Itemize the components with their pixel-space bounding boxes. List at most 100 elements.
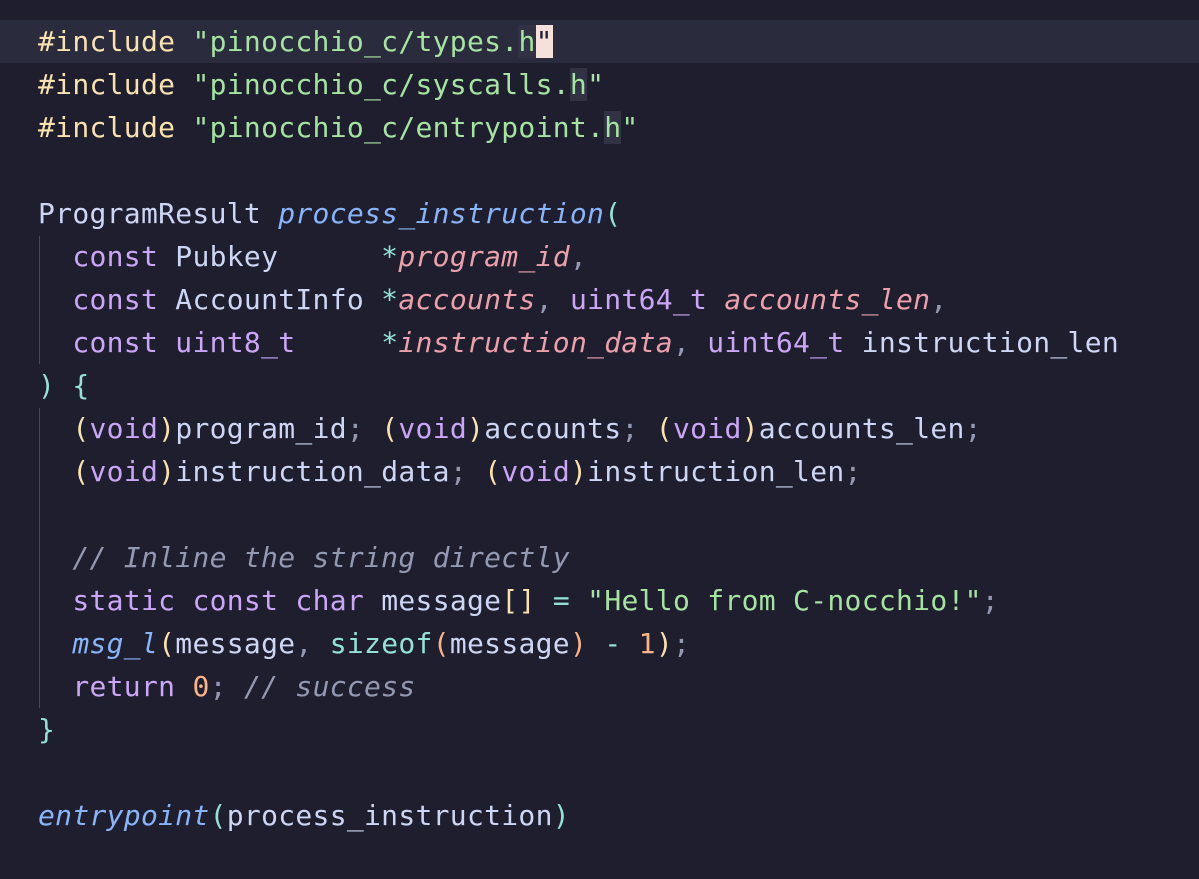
code-token: ( (484, 455, 502, 488)
code-token: ) (38, 369, 56, 402)
code-token: ( (72, 455, 90, 488)
code-token: h (518, 25, 536, 58)
code-line-10[interactable]: (void)program_id; (void)accounts; (void)… (38, 407, 982, 450)
code-token: ( (158, 627, 176, 660)
code-token: , (295, 627, 330, 660)
code-line-1[interactable]: #include "pinocchio_c/types.h" (38, 20, 553, 63)
code-token: return (72, 670, 176, 703)
code-token: entrypoint (38, 799, 210, 832)
code-token: sizeof (329, 627, 433, 660)
code-token: #include (38, 25, 176, 58)
code-token: , (535, 283, 570, 316)
code-token: "pinocchio_c/entrypoint. (192, 111, 605, 144)
code-token: process_instruction (226, 799, 553, 832)
code-token: "Hello from C-nocchio!" (587, 584, 982, 617)
code-token: * (381, 240, 399, 273)
code-token: void (501, 455, 570, 488)
code-token: " (621, 111, 639, 144)
code-token: ( (604, 197, 622, 230)
code-token: ; (673, 627, 691, 660)
code-token: ( (209, 799, 227, 832)
code-token: uint8_t (175, 326, 296, 359)
code-token: AccountInfo (158, 283, 382, 316)
code-token: void (89, 455, 159, 488)
code-line-3[interactable]: #include "pinocchio_c/entrypoint.h" (38, 106, 639, 149)
code-token: char (295, 584, 365, 617)
code-token: instruction_data (175, 455, 450, 488)
code-token: "pinocchio_c/types. (192, 25, 519, 58)
code-editor[interactable]: #include "pinocchio_c/types.h" #include "… (0, 0, 1199, 879)
code-token: // Inline the string directly (72, 541, 570, 574)
code-token: , (930, 283, 948, 316)
code-token: { (72, 369, 90, 402)
code-line-17[interactable]: } (38, 708, 55, 751)
code-token: ; (449, 455, 485, 488)
code-token: * (381, 326, 399, 359)
code-token: ( (72, 412, 90, 445)
code-token: ; (209, 670, 244, 703)
text-cursor: " (535, 25, 553, 58)
code-line-15[interactable]: msg_l(message, sizeof(message) - 1); (38, 622, 690, 665)
code-token: uint64_t (569, 283, 708, 316)
code-token: accounts_len (758, 412, 965, 445)
code-token: Pubkey (158, 240, 382, 273)
code-line-14[interactable]: static const char message[] = "Hello fro… (38, 579, 999, 622)
code-token: ProgramResult (38, 197, 279, 230)
code-token: program_id (175, 412, 347, 445)
code-token: #include (38, 111, 176, 144)
code-token: " (587, 68, 605, 101)
code-line-5[interactable]: ProgramResult process_instruction( (38, 192, 621, 235)
code-line-9[interactable]: ) { (38, 364, 90, 407)
code-token: ) (569, 455, 588, 488)
code-token: void (398, 412, 468, 445)
code-token: * (381, 283, 399, 316)
code-line-6[interactable]: const Pubkey *program_id, (38, 235, 587, 278)
code-token: ) (741, 412, 759, 445)
code-line-7[interactable]: const AccountInfo *accounts, uint64_t ac… (38, 278, 947, 321)
code-token: instruction_data (398, 326, 673, 359)
code-line-13[interactable]: // Inline the string directly (38, 536, 570, 579)
code-line-16[interactable]: return 0; // success (38, 665, 416, 708)
code-token: ; (964, 412, 982, 445)
code-token: ( (655, 412, 673, 445)
code-token: ; (621, 412, 656, 445)
code-line-11[interactable]: (void)instruction_data; (void)instructio… (38, 450, 862, 493)
code-token: message (449, 627, 570, 660)
code-token: const (72, 326, 159, 359)
code-token: process_instruction (278, 197, 605, 230)
code-line-2[interactable]: #include "pinocchio_c/syscalls.h" (38, 63, 604, 106)
code-token: h (604, 111, 622, 144)
code-token: ) (158, 455, 176, 488)
code-token: ) (552, 799, 570, 832)
code-token: ( (381, 412, 399, 445)
code-line-19[interactable]: entrypoint(process_instruction) (38, 794, 570, 837)
code-token: void (89, 412, 159, 445)
code-token: program_id (398, 240, 570, 273)
code-token: ) (569, 627, 588, 660)
code-token: ; (844, 455, 862, 488)
code-token: void (672, 412, 742, 445)
code-line-8[interactable]: const uint8_t *instruction_data, uint64_… (38, 321, 1119, 364)
code-token: ) (655, 627, 673, 660)
code-token: = (552, 584, 570, 617)
code-token: ) (158, 412, 176, 445)
code-token: ; (346, 412, 382, 445)
